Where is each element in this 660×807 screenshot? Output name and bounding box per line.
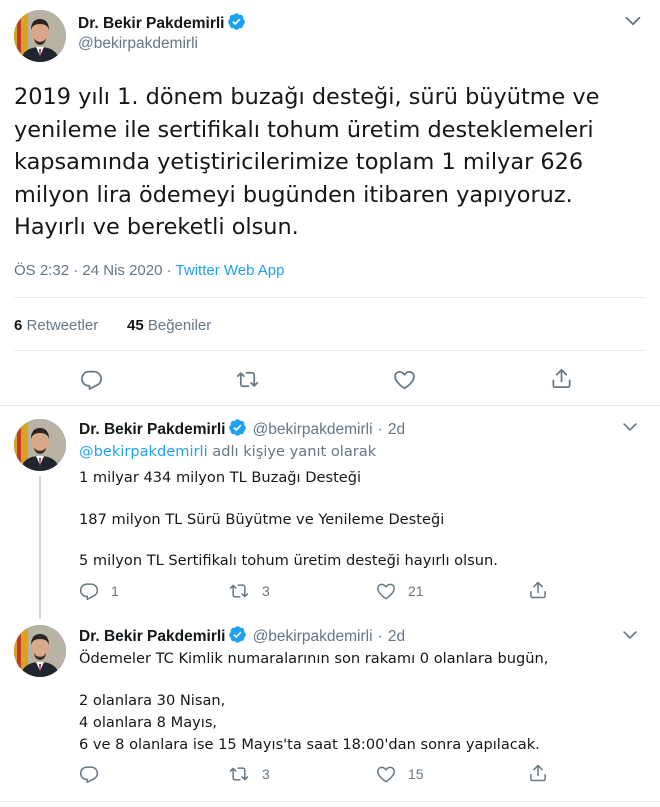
avatar[interactable]: [14, 419, 66, 471]
retweet-icon: [228, 581, 250, 601]
tweet-source-link[interactable]: Twitter Web App: [176, 262, 285, 279]
reply-header: Dr. Bekir Pakdemirli @bekirpakdemirli · …: [79, 418, 405, 439]
divider: [0, 405, 660, 406]
chevron-down-icon[interactable]: [622, 10, 644, 36]
author-photo: [14, 10, 66, 62]
author-photo: [14, 419, 66, 471]
thread-line: [39, 476, 41, 619]
divider: [14, 297, 646, 298]
likes-stat[interactable]: 45 Beğeniler: [127, 317, 211, 334]
retweets-label: Retweetler: [26, 317, 99, 334]
author-handle[interactable]: @bekirpakdemirli: [78, 35, 198, 53]
retweet-button[interactable]: 3: [228, 581, 270, 601]
like-count: 15: [408, 766, 424, 782]
tweet-text-line: kapsamında yetiştiricilerimize toplam 1 …: [14, 149, 584, 176]
tweet-age[interactable]: 2d: [388, 628, 405, 645]
like-button[interactable]: [393, 368, 416, 391]
tweet-text-line: Ödemeler TC Kimlik numaralarının son rak…: [79, 650, 549, 667]
retweet-count: 3: [262, 766, 270, 782]
reply-to-suffix: adlı kişiye yanıt olarak: [212, 443, 377, 460]
author-handle[interactable]: @bekirpakdemirli: [253, 421, 373, 438]
retweet-button[interactable]: 3: [228, 764, 270, 784]
tweet-text-line: 4 olanlara 8 Mayıs,: [79, 714, 218, 731]
share-button[interactable]: [550, 367, 573, 390]
chevron-down-icon[interactable]: [620, 417, 640, 441]
tweet-text: 2019 yılı 1. dönem buzağı desteği, sürü …: [14, 81, 599, 244]
avatar[interactable]: [14, 10, 66, 62]
likes-count: 45: [127, 317, 144, 334]
tweet-text-line: 6 ve 8 olanlara ise 15 Mayıs'ta saat 18:…: [79, 736, 540, 753]
retweet-button[interactable]: [235, 368, 260, 391]
reply-to-mention[interactable]: @bekirpakdemirli: [79, 443, 208, 460]
like-icon: [376, 581, 396, 601]
share-button[interactable]: [528, 580, 548, 600]
author-name[interactable]: Dr. Bekir Pakdemirli: [79, 628, 225, 645]
reply-count: 1: [111, 583, 119, 599]
tweet-text-line: milyon lira ödemeyi bugünden itibaren ya…: [14, 181, 573, 208]
reply-icon: [80, 368, 103, 391]
tweet-time[interactable]: ÖS 2:32: [14, 262, 69, 279]
author-name-text: Dr. Bekir Pakdemirli: [78, 15, 225, 32]
meta-separator: ·: [166, 262, 172, 279]
reply-icon: [79, 581, 99, 601]
tweet-age[interactable]: 2d: [388, 421, 405, 438]
reply-to-line: @bekirpakdemirli adlı kişiye yanıt olara…: [79, 441, 376, 462]
retweets-count: 6: [14, 317, 23, 334]
tweet-text-line: 187 milyon TL Sürü Büyütme ve Yenileme D…: [79, 511, 445, 528]
author-name[interactable]: Dr. Bekir Pakdemirli: [79, 421, 225, 438]
reply-button[interactable]: [80, 368, 103, 391]
author-name[interactable]: Dr. Bekir Pakdemirli: [78, 12, 246, 33]
like-count: 21: [408, 583, 424, 599]
retweet-icon: [228, 764, 250, 784]
verified-badge-icon: [228, 418, 247, 437]
share-icon: [550, 367, 573, 390]
tweet-text-line: yenileme ile sertifikalı tohum üretim de…: [14, 116, 594, 143]
like-button[interactable]: 15: [376, 764, 424, 784]
retweet-count: 3: [262, 583, 270, 599]
reply-header: Dr. Bekir Pakdemirli @bekirpakdemirli · …: [79, 625, 405, 646]
meta-separator: ·: [377, 421, 383, 438]
chevron-down-icon[interactable]: [620, 625, 640, 649]
divider: [14, 350, 646, 351]
tweet-text-line: 2 olanlara 30 Nisan,: [79, 692, 226, 709]
reply-button[interactable]: 1: [79, 581, 119, 601]
verified-badge-icon: [228, 625, 247, 644]
tweet-meta: ÖS 2:32 · 24 Nis 2020 · Twitter Web App: [14, 262, 284, 279]
retweet-icon: [235, 368, 260, 391]
share-icon: [528, 763, 548, 783]
author-handle[interactable]: @bekirpakdemirli: [253, 628, 373, 645]
tweet-text-line: 2019 yılı 1. dönem buzağı desteği, sürü …: [14, 84, 600, 110]
like-icon: [393, 368, 416, 391]
likes-label: Beğeniler: [147, 317, 212, 334]
meta-separator: ·: [377, 628, 383, 645]
author-photo: [14, 625, 66, 677]
retweets-stat[interactable]: 6 Retweetler: [14, 317, 98, 334]
divider: [0, 801, 660, 802]
like-icon: [376, 764, 396, 784]
meta-separator: ·: [73, 262, 79, 279]
reply-icon: [79, 764, 99, 784]
tweet-text-line: 1 milyar 434 milyon TL Buzağı Desteği: [79, 469, 362, 486]
avatar[interactable]: [14, 625, 66, 677]
tweet-date[interactable]: 24 Nis 2020: [82, 262, 162, 279]
tweet-text-line: 5 milyon TL Sertifikalı tohum üretim des…: [79, 552, 498, 569]
share-button[interactable]: [528, 763, 548, 783]
like-button[interactable]: 21: [376, 581, 424, 601]
tweet-text-line: Hayırlı ve bereketli olsun.: [14, 214, 299, 241]
reply-button[interactable]: [79, 764, 99, 784]
verified-badge-icon: [227, 12, 246, 31]
share-icon: [528, 580, 548, 600]
